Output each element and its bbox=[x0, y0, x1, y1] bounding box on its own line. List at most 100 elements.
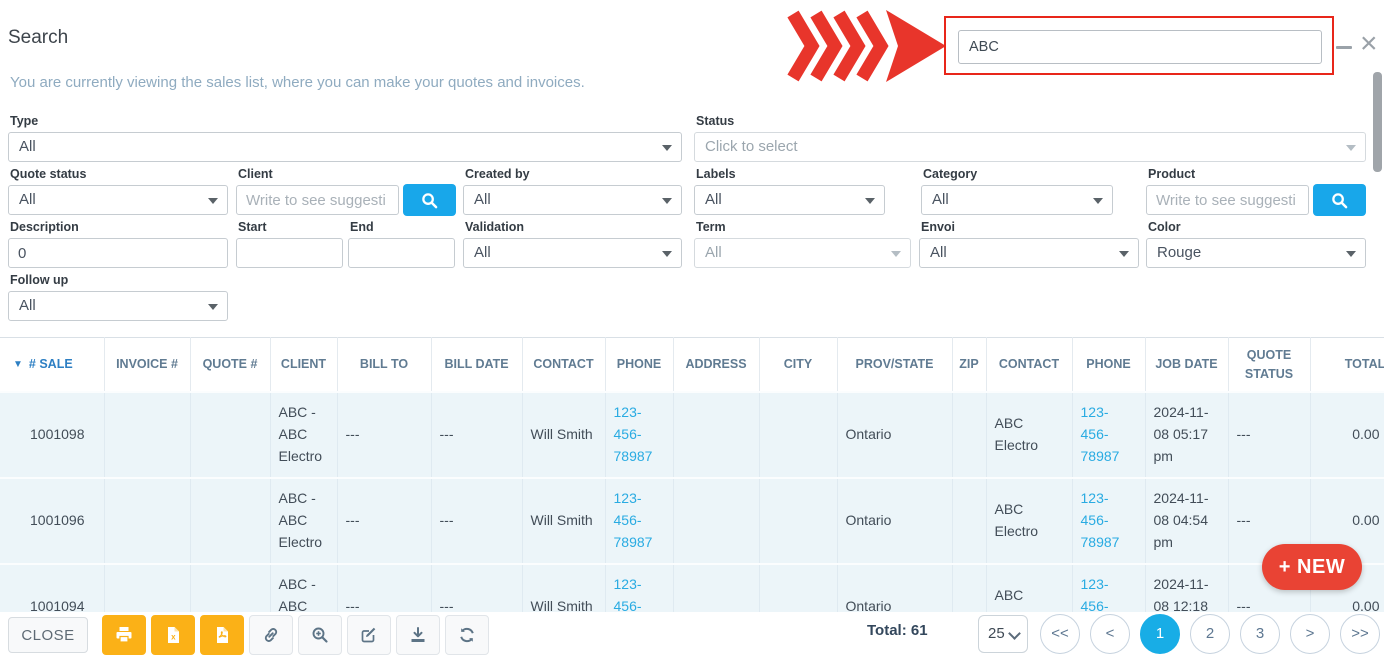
cell-phone2: 123-456-78987 bbox=[1072, 478, 1145, 564]
cell-quote bbox=[190, 478, 270, 564]
column-header-city[interactable]: CITY bbox=[759, 338, 837, 393]
cell-sale: 1001098 bbox=[0, 392, 104, 478]
refresh-button[interactable] bbox=[445, 615, 489, 655]
page-button-3[interactable]: 3 bbox=[1240, 614, 1280, 654]
zoom-in-icon bbox=[311, 626, 329, 644]
column-header-phone[interactable]: PHONE bbox=[605, 338, 673, 393]
client-search-button[interactable] bbox=[403, 184, 456, 216]
column-header-contact2[interactable]: CONTACT bbox=[986, 338, 1072, 393]
column-header-address[interactable]: ADDRESS bbox=[673, 338, 759, 393]
column-header-job_date[interactable]: JOB DATE bbox=[1145, 338, 1228, 393]
chevron-down-icon bbox=[865, 198, 875, 204]
minimize-icon[interactable] bbox=[1336, 46, 1352, 49]
cell-quote bbox=[190, 564, 270, 612]
excel-file-icon: x bbox=[164, 626, 182, 644]
phone-link[interactable]: 123-456-78987 bbox=[614, 490, 653, 549]
validation-select[interactable]: All bbox=[463, 238, 682, 268]
client-label: Client bbox=[238, 167, 273, 181]
column-header-bill_date[interactable]: BILL DATE bbox=[431, 338, 522, 393]
page-button-<[interactable]: < bbox=[1090, 614, 1130, 654]
table-row[interactable]: 1001096ABC - ABC Electro------Will Smith… bbox=[0, 478, 1384, 564]
page-button-1[interactable]: 1 bbox=[1140, 614, 1180, 654]
status-label: Status bbox=[696, 114, 734, 128]
color-select[interactable]: Rouge bbox=[1146, 238, 1366, 268]
cell-invoice bbox=[104, 564, 190, 612]
labels-label: Labels bbox=[696, 167, 736, 181]
scrollbar-thumb[interactable] bbox=[1373, 72, 1382, 172]
category-select[interactable]: All bbox=[921, 185, 1113, 215]
search-input[interactable] bbox=[958, 30, 1322, 64]
column-header-total[interactable]: TOTAL bbox=[1310, 338, 1384, 393]
cell-contact: Will Smith bbox=[522, 478, 605, 564]
column-header-prov_state[interactable]: PROV/STATE bbox=[837, 338, 952, 393]
labels-select[interactable]: All bbox=[694, 185, 885, 215]
cell-quote bbox=[190, 392, 270, 478]
page-button->>[interactable]: >> bbox=[1340, 614, 1380, 654]
product-input[interactable] bbox=[1146, 185, 1309, 215]
start-date-input[interactable] bbox=[236, 238, 343, 268]
column-header-quote_status[interactable]: QUOTE STATUS bbox=[1228, 338, 1310, 393]
envoi-select[interactable]: All bbox=[919, 238, 1139, 268]
end-date-input[interactable] bbox=[348, 238, 455, 268]
page-button-<<[interactable]: << bbox=[1040, 614, 1080, 654]
page-size-select[interactable]: 25 bbox=[978, 615, 1028, 653]
cell-client: ABC - ABC Electro bbox=[270, 392, 337, 478]
phone-link[interactable]: 123-456-78987 bbox=[1081, 490, 1120, 549]
pdf-file-icon bbox=[213, 626, 231, 644]
column-header-invoice[interactable]: INVOICE # bbox=[104, 338, 190, 393]
column-header-phone2[interactable]: PHONE bbox=[1072, 338, 1145, 393]
cell-job_date: 2024-11-08 04:54 pm bbox=[1145, 478, 1228, 564]
export-pdf-button[interactable] bbox=[200, 615, 244, 655]
page-title: Search bbox=[8, 27, 68, 49]
search-icon bbox=[421, 192, 438, 209]
column-header-quote[interactable]: QUOTE # bbox=[190, 338, 270, 393]
edit-icon bbox=[360, 626, 378, 644]
column-header-contact[interactable]: CONTACT bbox=[522, 338, 605, 393]
table-row[interactable]: 1001098ABC - ABC Electro------Will Smith… bbox=[0, 392, 1384, 478]
table-row[interactable]: 1001094ABC - ABC Electro------Will Smith… bbox=[0, 564, 1384, 612]
column-header-bill_to[interactable]: BILL TO bbox=[337, 338, 431, 393]
new-button[interactable]: + NEW bbox=[1262, 544, 1362, 590]
download-button[interactable] bbox=[396, 615, 440, 655]
page-button-2[interactable]: 2 bbox=[1190, 614, 1230, 654]
close-icon[interactable]: × bbox=[1354, 28, 1384, 60]
cell-contact: Will Smith bbox=[522, 392, 605, 478]
cell-prov_state: Ontario bbox=[837, 564, 952, 612]
type-select[interactable]: All bbox=[8, 132, 682, 162]
export-excel-button[interactable]: x bbox=[151, 615, 195, 655]
product-search-button[interactable] bbox=[1313, 184, 1366, 216]
copy-link-button[interactable] bbox=[249, 615, 293, 655]
edit-button[interactable] bbox=[347, 615, 391, 655]
page-button->[interactable]: > bbox=[1290, 614, 1330, 654]
print-button[interactable] bbox=[102, 615, 146, 655]
term-select[interactable]: All bbox=[694, 238, 911, 268]
follow-up-select[interactable]: All bbox=[8, 291, 228, 321]
column-header-client[interactable]: CLIENT bbox=[270, 338, 337, 393]
zoom-in-button[interactable] bbox=[298, 615, 342, 655]
phone-link[interactable]: 123-456-78987 bbox=[614, 404, 653, 463]
cell-phone: 123-456-78987 bbox=[605, 564, 673, 612]
close-button[interactable]: CLOSE bbox=[8, 617, 88, 653]
cell-bill_to: --- bbox=[337, 478, 431, 564]
column-header-zip[interactable]: ZIP bbox=[952, 338, 986, 393]
column-header-sale[interactable]: ▼# SALE bbox=[0, 338, 104, 393]
client-input[interactable] bbox=[236, 185, 399, 215]
phone-link[interactable]: 123-456-78987 bbox=[614, 576, 653, 612]
chevron-down-icon bbox=[208, 304, 218, 310]
quote-status-select[interactable]: All bbox=[8, 185, 228, 215]
status-select[interactable]: Click to select bbox=[694, 132, 1366, 162]
type-select-value: All bbox=[19, 138, 36, 155]
follow-up-select-value: All bbox=[19, 297, 36, 314]
cell-quote_status: --- bbox=[1228, 392, 1310, 478]
created-by-select[interactable]: All bbox=[463, 185, 682, 215]
created-by-select-value: All bbox=[474, 191, 491, 208]
chevron-down-icon bbox=[208, 198, 218, 204]
cell-job_date: 2024-11-08 12:18 pm bbox=[1145, 564, 1228, 612]
description-input[interactable] bbox=[8, 238, 228, 268]
phone-link[interactable]: 123-456-78987 bbox=[1081, 576, 1120, 612]
phone-link[interactable]: 123-456-78987 bbox=[1081, 404, 1120, 463]
cell-bill_date: --- bbox=[431, 564, 522, 612]
cell-invoice bbox=[104, 392, 190, 478]
cell-contact2: ABC Electro bbox=[986, 478, 1072, 564]
chevron-down-icon bbox=[662, 198, 672, 204]
